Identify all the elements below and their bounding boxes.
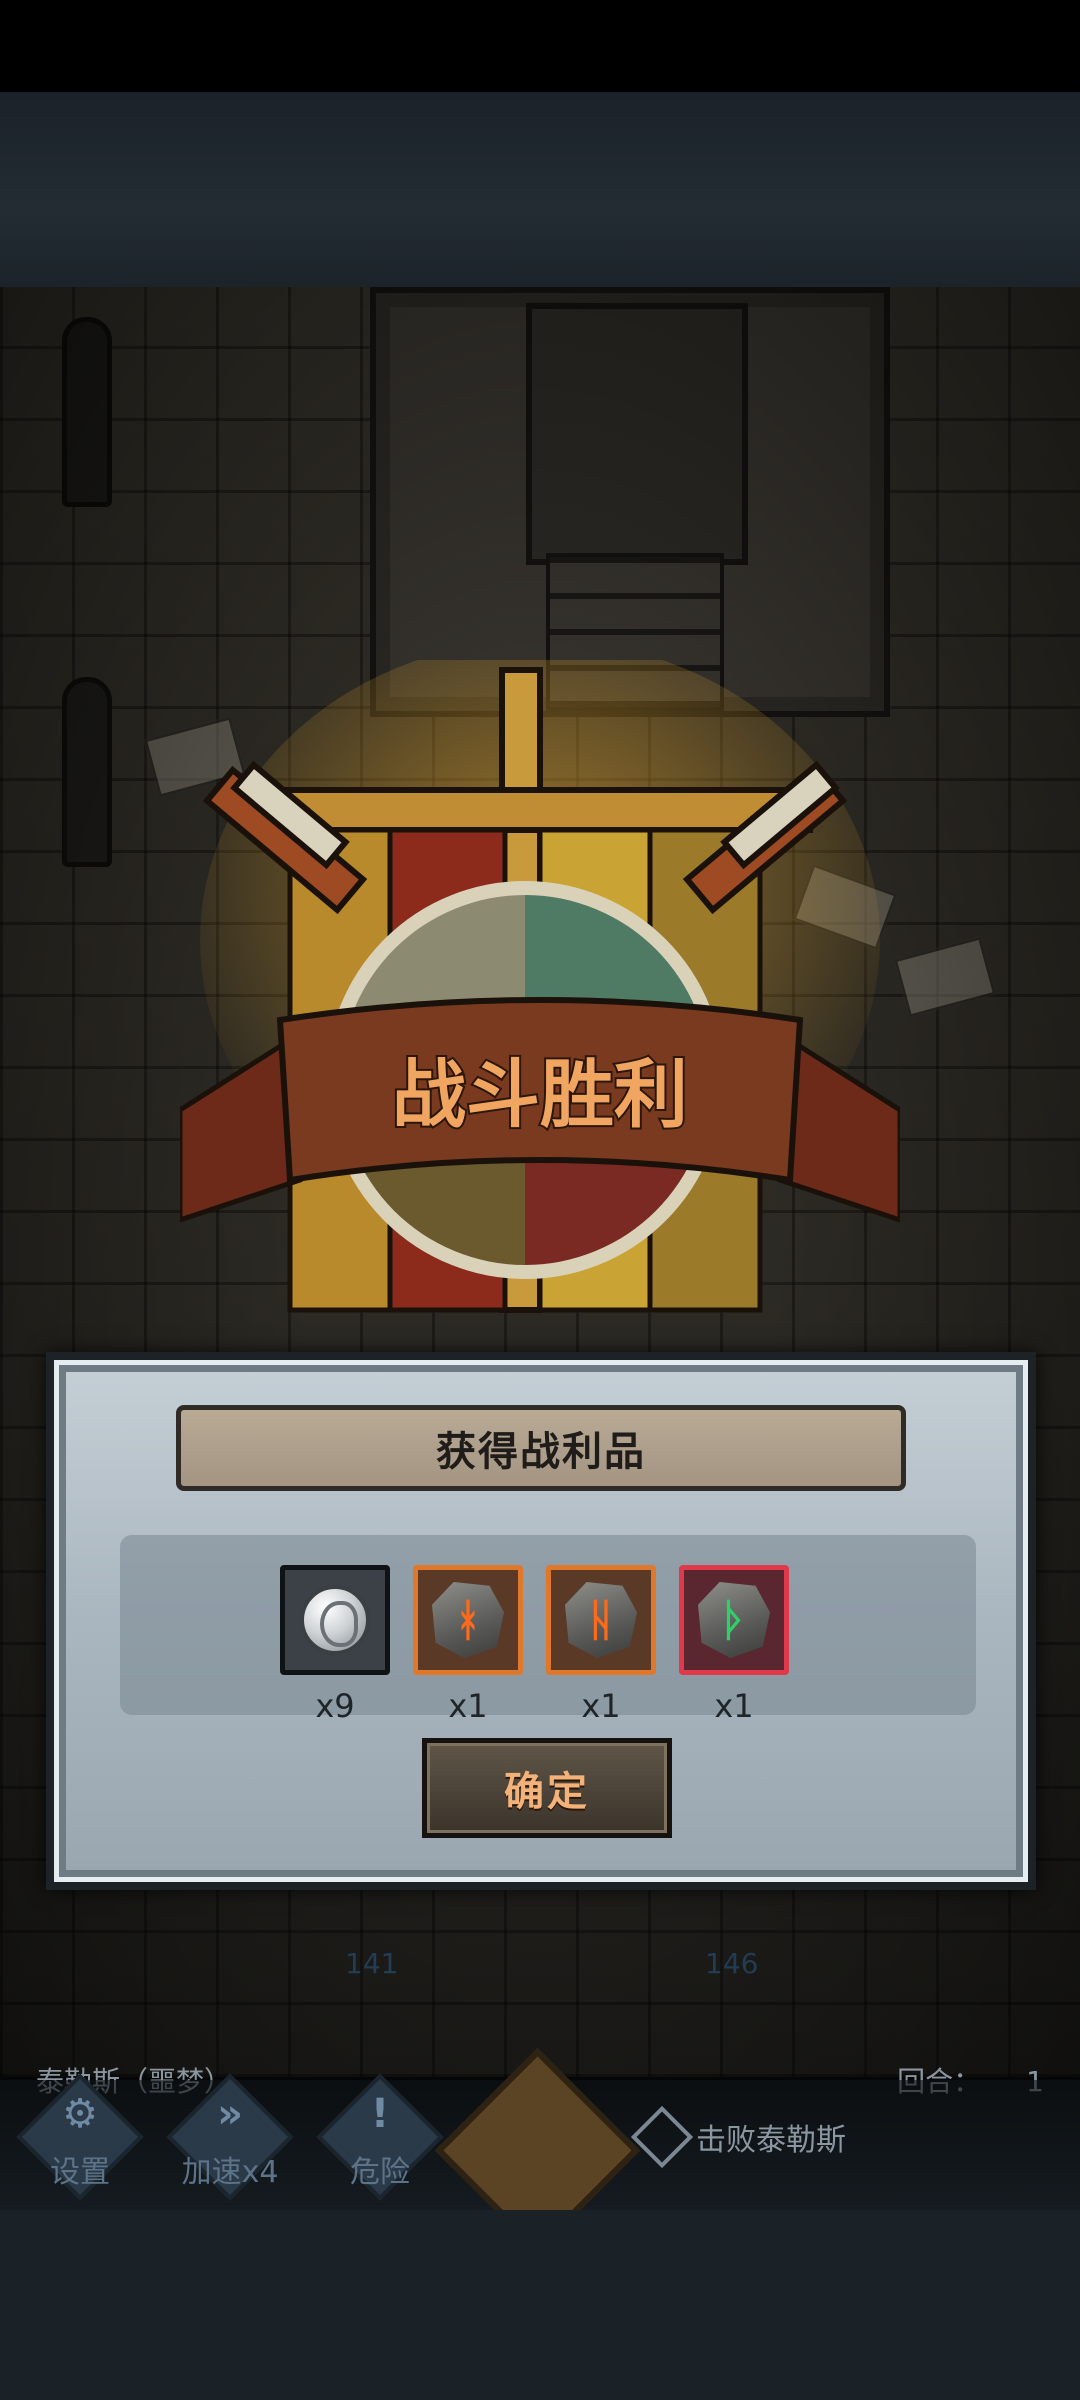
crossed-swords-icon bbox=[630, 2105, 694, 2169]
loot-title: 获得战利品 bbox=[436, 1429, 646, 1475]
candelabra-icon bbox=[62, 317, 112, 507]
loot-item-count: x9 bbox=[315, 1687, 355, 1725]
loot-item-count: x1 bbox=[714, 1687, 754, 1725]
bottom-bar bbox=[0, 2210, 1080, 2400]
loot-item-count: x1 bbox=[448, 1687, 488, 1725]
loot-item-nature-rune[interactable]: ᚦ bbox=[679, 1565, 789, 1675]
loot-item-fire-rune[interactable]: ᚺ bbox=[546, 1565, 656, 1675]
rune-glyph: ᚼ bbox=[454, 1594, 482, 1646]
enemy-hp-left: 141 bbox=[345, 1947, 399, 1980]
silver-coin-icon bbox=[300, 1585, 370, 1655]
nature-rune-icon: ᚦ bbox=[698, 1582, 770, 1658]
objective-text: 击败泰勒斯 bbox=[696, 2123, 846, 2158]
loot-items-tray: x9 ᚼ x1 ᚺ x1 ᚦ x1 bbox=[120, 1535, 976, 1725]
objective: 击败泰勒斯 bbox=[630, 2105, 846, 2169]
fast-forward-icon: » bbox=[217, 2091, 243, 2137]
fire-rune-icon: ᚼ bbox=[432, 1582, 504, 1658]
speed-button[interactable]: » 加速x4 bbox=[160, 2073, 300, 2212]
danger-button[interactable]: ! 危险 bbox=[310, 2073, 450, 2212]
scattered-paper bbox=[893, 936, 997, 1018]
rune-glyph: ᚦ bbox=[720, 1594, 748, 1646]
candelabra-icon bbox=[62, 677, 112, 867]
gear-icon: ⚙ bbox=[62, 2091, 98, 2137]
loot-item-fire-rune[interactable]: ᚼ bbox=[413, 1565, 523, 1675]
status-bar bbox=[0, 0, 1080, 92]
exclamation-icon: ! bbox=[370, 2091, 390, 2137]
danger-label: 危险 bbox=[350, 2155, 410, 2190]
confirm-button[interactable]: 确定 bbox=[422, 1738, 672, 1838]
enemy-hp-right: 146 bbox=[705, 1947, 759, 1980]
rune-glyph: ᚺ bbox=[587, 1594, 615, 1646]
victory-title: 战斗胜利 bbox=[392, 1052, 688, 1138]
victory-emblem: 战斗胜利 bbox=[180, 660, 900, 1313]
loot-title-bar: 获得战利品 bbox=[176, 1405, 906, 1491]
settings-label: 设置 bbox=[50, 2155, 110, 2190]
throne bbox=[370, 287, 890, 717]
settings-button[interactable]: ⚙ 设置 bbox=[10, 2073, 150, 2212]
confirm-label: 确定 bbox=[504, 1769, 590, 1815]
loot-item-count: x1 bbox=[581, 1687, 621, 1725]
fire-rune-icon: ᚺ bbox=[565, 1582, 637, 1658]
top-banner bbox=[0, 92, 1080, 287]
loot-panel: 获得战利品 x9 ᚼ x1 ᚺ x1 ᚦ x1 确定 bbox=[46, 1352, 1036, 1890]
loot-item-silver-coin[interactable] bbox=[280, 1565, 390, 1675]
speed-label: 加速x4 bbox=[181, 2155, 279, 2190]
